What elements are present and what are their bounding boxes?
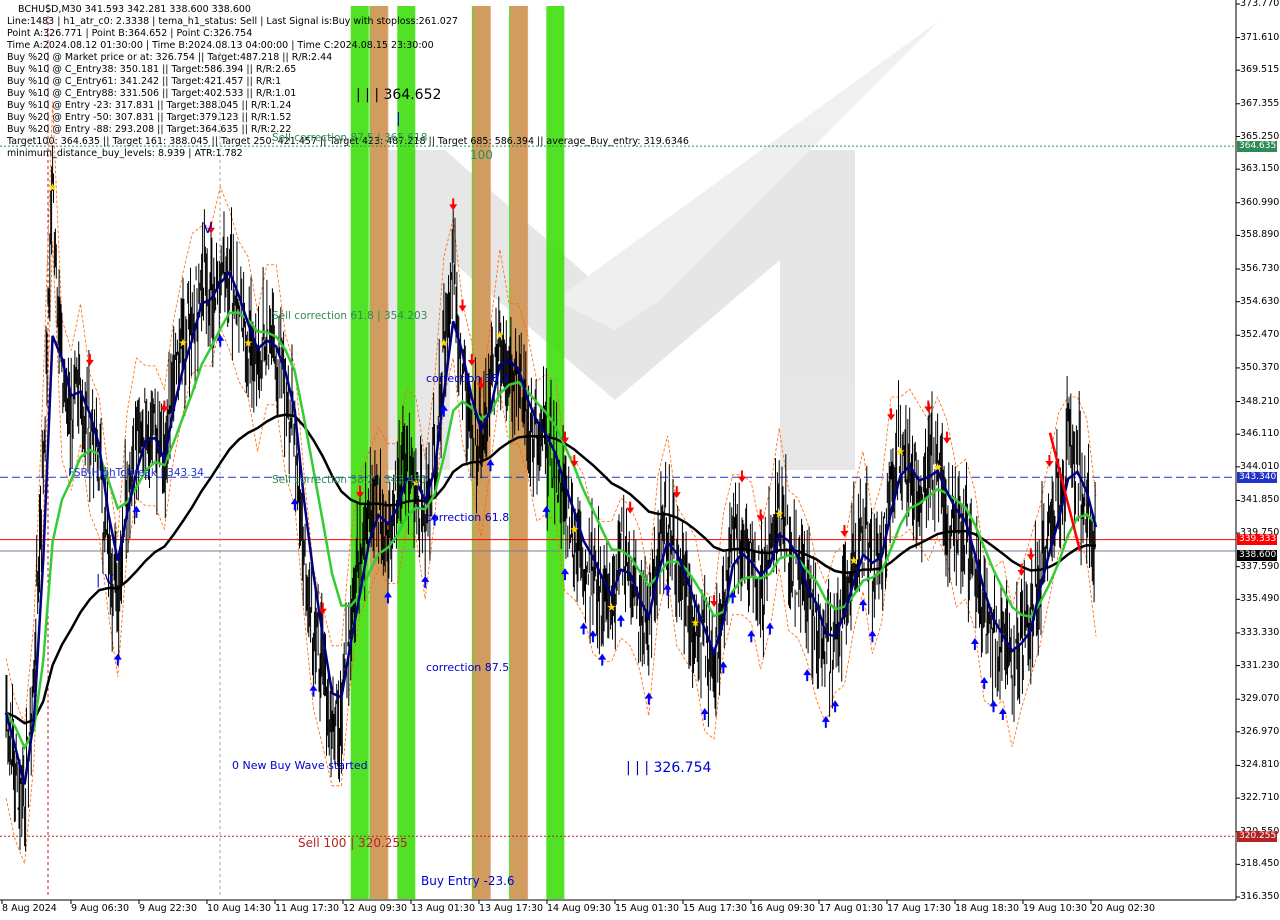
y-tick-label: 369.515 xyxy=(1240,64,1280,76)
y-tick-label: 373.770 xyxy=(1240,0,1280,9)
x-tick-label: 20 Aug 02:30 xyxy=(1091,903,1156,914)
y-tick-label: 333.330 xyxy=(1240,626,1280,638)
x-tick-label: 8 Aug 2024 xyxy=(2,903,57,914)
y-tick-label: 354.630 xyxy=(1240,295,1280,307)
current-red-price-tag: 339.333 xyxy=(1237,534,1277,546)
x-tick-label: 13 Aug 17:30 xyxy=(479,903,544,914)
info-line: Point A:326.771 | Point B:364.652 | Poin… xyxy=(7,28,253,39)
info-line: minimum_distance_buy_levels: 8.939 | ATR… xyxy=(7,148,243,159)
y-tick-label: 358.890 xyxy=(1240,229,1280,241)
correction-618: correction 61.8 xyxy=(426,511,510,524)
x-tick-label: 17 Aug 01:30 xyxy=(819,903,884,914)
y-tick-label: 350.370 xyxy=(1240,361,1280,373)
buy-entry-label: Buy Entry -23.6 xyxy=(421,874,515,888)
info-line: Buy %20 @ Market price or at: 326.754 ||… xyxy=(7,52,333,63)
v-marker-label: V xyxy=(203,221,213,237)
x-tick-label: 16 Aug 09:30 xyxy=(751,903,816,914)
fsb-high-label: FSB-HighToBreak | 343.34 xyxy=(68,467,204,479)
y-tick-label: 371.610 xyxy=(1240,31,1280,43)
info-line: Time A:2024.08.12 01:30:00 | Time B:2024… xyxy=(7,40,434,51)
x-tick-label: 18 Aug 18:30 xyxy=(955,903,1020,914)
correction-382: correction 38.2 xyxy=(426,372,510,385)
info-line: Line:1483 | h1_atr_c0: 2.3338 | tema_h1_… xyxy=(7,16,458,27)
y-tick-label: 363.150 xyxy=(1240,163,1280,175)
y-tick-label: 352.470 xyxy=(1240,329,1280,341)
correction-875: correction 87.5 xyxy=(426,661,510,674)
y-tick-label: 360.990 xyxy=(1240,196,1280,208)
y-tick-label: 318.450 xyxy=(1240,858,1280,870)
y-tick-label: 324.810 xyxy=(1240,759,1280,771)
y-tick-label: 335.490 xyxy=(1240,593,1280,605)
y-tick-label: 337.590 xyxy=(1240,560,1280,572)
y-tick-label: 348.210 xyxy=(1240,395,1280,407)
info-line: Buy %10 @ C_Entry38: 350.181 || Target:5… xyxy=(7,64,297,75)
sell-correction-382: Sell correction 38.2 | 343.481 xyxy=(272,474,428,486)
info-line: Buy %20 @ Entry -88: 293.208 || Target:3… xyxy=(7,124,292,135)
info-line: Buy %10 @ C_Entry88: 331.506 || Target:4… xyxy=(7,88,297,99)
y-tick-label: 331.230 xyxy=(1240,659,1280,671)
x-tick-label: 17 Aug 17:30 xyxy=(887,903,952,914)
y-tick-label: 316.350 xyxy=(1240,891,1280,902)
x-tick-label: 13 Aug 01:30 xyxy=(411,903,476,914)
point-c-label: | | | 326.754 xyxy=(626,760,712,776)
x-tick-label: 9 Aug 06:30 xyxy=(71,903,130,914)
current-price-tag: 338.600 xyxy=(1237,549,1277,561)
new-buy-wave-label: 0 New Buy Wave started xyxy=(232,759,368,772)
iv-marker-label: | V xyxy=(96,573,114,588)
y-tick-label: 326.970 xyxy=(1240,725,1280,737)
x-tick-label: 19 Aug 10:30 xyxy=(1023,903,1088,914)
y-tick-label: 322.710 xyxy=(1240,792,1280,804)
y-tick-label: 367.355 xyxy=(1240,97,1280,109)
y-tick-label: 341.850 xyxy=(1240,494,1280,506)
sell100-price-tag: 320.255 xyxy=(1237,830,1277,842)
x-tick-label: 15 Aug 17:30 xyxy=(683,903,748,914)
sell-correction-618: Sell correction 61.8 | 354.203 xyxy=(272,310,428,322)
x-tick-label: 9 Aug 22:30 xyxy=(139,903,198,914)
y-tick-label: 356.730 xyxy=(1240,263,1280,274)
b-marker-label: | xyxy=(396,111,401,127)
label-100: 100 xyxy=(470,148,493,162)
target-price-tag: 364.635 xyxy=(1237,140,1277,152)
x-tick-label: 12 Aug 09:30 xyxy=(343,903,408,914)
info-line: Buy %20 @ Entry -50: 307.831 || Target:3… xyxy=(7,112,292,123)
x-tick-label: 14 Aug 09:30 xyxy=(547,903,612,914)
y-tick-label: 346.110 xyxy=(1240,428,1280,440)
sell-100-label: Sell 100 | 320.255 xyxy=(298,836,408,850)
sell-correction-875: Sell correction 87.5 | 365.618 xyxy=(272,132,428,144)
y-tick-label: 329.070 xyxy=(1240,693,1280,705)
x-tick-label: 11 Aug 17:30 xyxy=(275,903,340,914)
x-tick-label: 10 Aug 14:30 xyxy=(207,903,272,914)
y-tick-label: 344.010 xyxy=(1240,460,1280,472)
chart-title: BCHUSD,M30 341.593 342.281 338.600 338.6… xyxy=(18,4,251,15)
info-line: Buy %10 @ C_Entry61: 341.242 || Target:4… xyxy=(7,76,282,87)
point-b-label: | | | 364.652 xyxy=(356,87,442,103)
fsb-price-tag: 343.340 xyxy=(1237,471,1277,483)
info-line: Buy %10 @ Entry -23: 317.831 || Target:3… xyxy=(7,100,292,111)
x-tick-label: 15 Aug 01:30 xyxy=(615,903,680,914)
